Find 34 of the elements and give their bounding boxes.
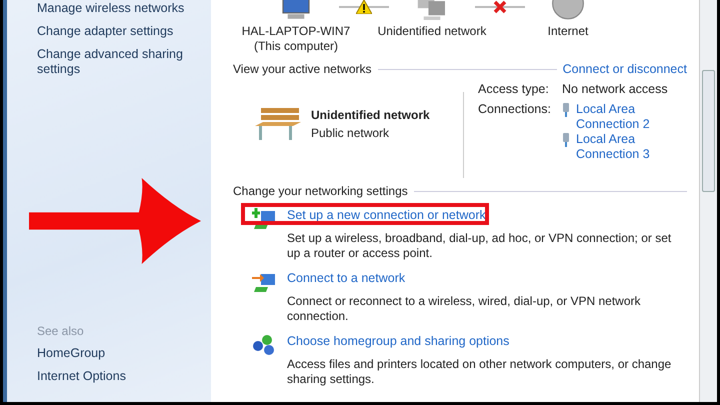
sidebar-link[interactable]: Change adapter settings [37,24,197,39]
network-name: Unidentified network [311,108,430,122]
access-type-label: Access type: [478,82,550,96]
ethernet-plug-icon [562,103,570,117]
see-also-link[interactable]: HomeGroup [37,346,197,361]
scrollbar-thumb[interactable] [702,70,715,192]
new-connection-icon [251,208,277,230]
ethernet-plug-icon [562,133,570,147]
x-icon [492,0,508,14]
connect-icon [251,271,277,293]
connections-label: Connections: [478,102,552,118]
section-heading: Change your networking settings [233,184,408,198]
task-link[interactable]: Connect to a network [287,271,687,285]
see-also-link[interactable]: Internet Options [37,369,197,384]
connection-link[interactable]: Local Area Connection 3 [576,132,656,162]
task-description: Connect or reconnect to a wireless, wired, dial-up, or VPN network connection. [287,294,642,324]
sidebar-link[interactable]: Change advanced sharing settings [37,47,197,77]
task-link[interactable]: Set up a new connection or network [287,208,687,222]
network-category: Public network [311,126,390,140]
map-node-label: HAL-LAPTOP-WIN7 (This computer) [242,24,350,54]
task-description: Set up a wireless, broadband, dial-up, ad hoc, or VPN connection; or set up a router or access point. [287,231,672,261]
task-description: Access files and printers located on other network computers, or change sharing settings. [287,357,672,387]
connection-link[interactable]: Local Area Connection 2 [576,102,656,132]
see-also-heading: See also [37,324,85,338]
task-link[interactable]: Choose homegroup and sharing options [287,334,687,348]
map-node-label: Internet [548,24,588,39]
sidebar-link[interactable]: Manage wireless networks [37,1,197,16]
map-node-label: Unidentified network [378,24,486,39]
homegroup-icon [251,334,277,356]
globe-icon [550,0,586,20]
connect-or-disconnect-link[interactable]: Connect or disconnect [562,62,687,76]
scrollbar[interactable] [699,0,717,402]
access-type-value: No network access [562,82,668,96]
section-heading: View your active networks [233,62,372,76]
